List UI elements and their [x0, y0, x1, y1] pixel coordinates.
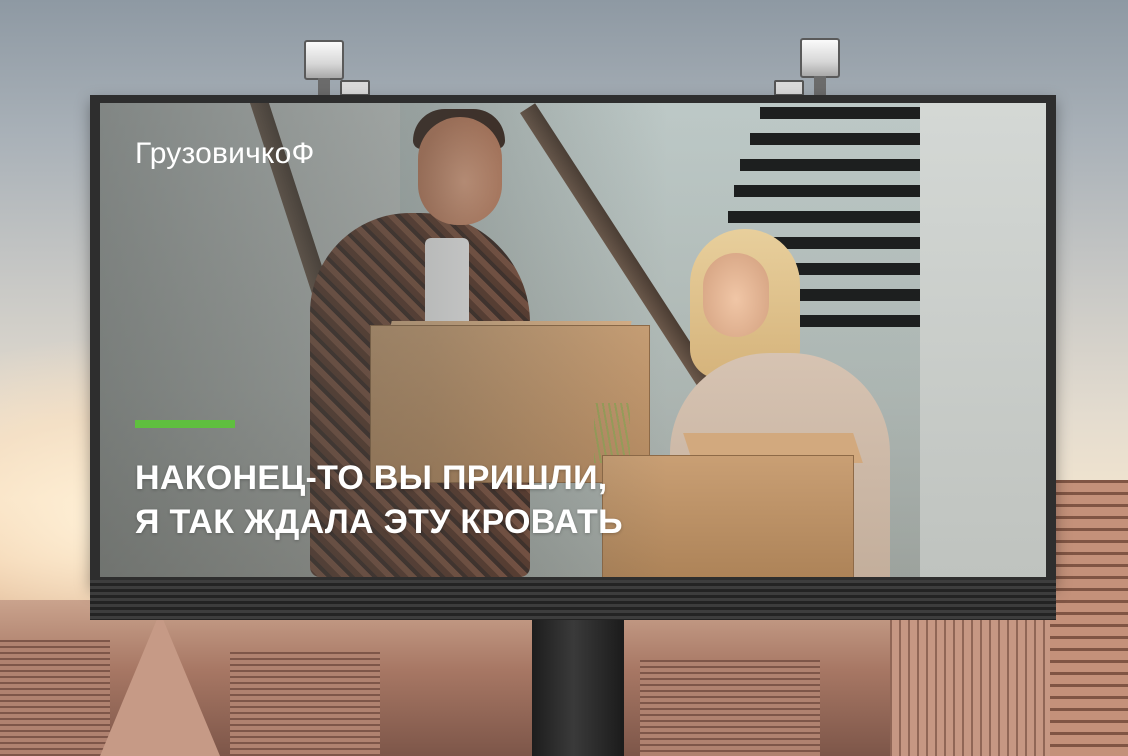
billboard-poster: ГрузовичкоФ НАКОНЕЦ-ТО ВЫ ПРИШЛИ, Я ТАК … — [100, 103, 1046, 577]
brand-logo: ГрузовичкоФ — [135, 137, 315, 170]
lamp-head — [800, 38, 840, 78]
billboard-base-ledge — [90, 580, 1056, 620]
billboard-lamp-left — [304, 40, 344, 98]
building — [640, 660, 820, 756]
lamp-base — [340, 80, 370, 96]
building — [0, 640, 110, 756]
headline-line-1: НАКОНЕЦ-ТО ВЫ ПРИШЛИ, — [135, 459, 608, 497]
accent-bar — [135, 420, 235, 428]
headline: НАКОНЕЦ-ТО ВЫ ПРИШЛИ, Я ТАК ЖДАЛА ЭТУ КР… — [135, 456, 955, 544]
lamp-base — [774, 80, 804, 96]
pyramid-tower — [100, 612, 220, 756]
billboard-post — [532, 612, 624, 756]
building — [890, 618, 1050, 756]
billboard-lamp-right — [800, 38, 840, 96]
lamp-head — [304, 40, 344, 80]
building — [230, 652, 380, 756]
lamp-arm — [814, 76, 826, 96]
skyscraper — [1050, 480, 1128, 756]
headline-line-2: Я ТАК ЖДАЛА ЭТУ КРОВАТЬ — [135, 503, 623, 541]
